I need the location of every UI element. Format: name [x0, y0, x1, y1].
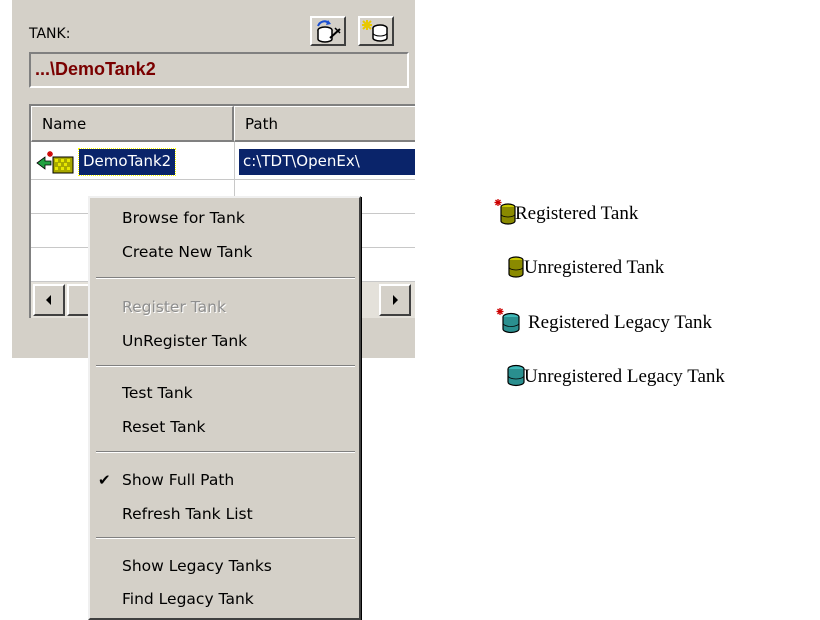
menu-item-label: Register Tank [122, 298, 226, 316]
menu-separator [96, 365, 355, 367]
new-tank-icon [362, 20, 388, 42]
scroll-right-button[interactable] [379, 284, 411, 316]
menu-item-label: Browse for Tank [122, 209, 245, 227]
column-header-name[interactable]: Name [31, 106, 234, 142]
registered-legacy-tank-icon [496, 308, 520, 334]
browse-tank-button[interactable] [310, 16, 346, 46]
tank-path-display: ...\DemoTank2 [29, 52, 409, 88]
menu-item-label: Reset Tank [122, 418, 206, 436]
menu-item-test-tank[interactable]: Test Tank [90, 378, 359, 408]
menu-item-label: Show Full Path [122, 471, 235, 489]
column-header-path[interactable]: Path [234, 106, 415, 142]
menu-item-show-legacy-tanks[interactable]: Show Legacy Tanks [90, 551, 359, 581]
checkmark-icon: ✔ [98, 471, 111, 489]
table-row[interactable]: DemoTank2 c:\TDT\OpenEx\ [31, 144, 415, 180]
tank-path-cell[interactable]: c:\TDT\OpenEx\ [239, 149, 415, 175]
legend-label: Registered Tank [515, 203, 639, 224]
menu-item-refresh-tank-list[interactable]: Refresh Tank List [90, 499, 359, 529]
legend-label: Registered Legacy Tank [528, 312, 713, 333]
menu-item-label: Find Legacy Tank [122, 590, 254, 608]
tank-name-cell[interactable]: DemoTank2 [77, 148, 177, 176]
context-menu: Browse for Tank Create New Tank Register… [88, 196, 361, 620]
menu-item-label: Test Tank [122, 384, 193, 402]
menu-item-show-full-path[interactable]: ✔ Show Full Path [90, 465, 359, 495]
menu-item-unregister-tank[interactable]: UnRegister Tank [90, 326, 359, 356]
menu-item-label: Show Legacy Tanks [122, 557, 272, 575]
arrow-right-icon [393, 295, 398, 305]
arrow-left-icon [46, 295, 51, 305]
create-new-tank-button[interactable] [358, 16, 394, 46]
menu-separator [96, 277, 355, 279]
browse-tank-icon [317, 20, 341, 43]
tank-list-header: Name Path [31, 106, 415, 142]
menu-item-label: Refresh Tank List [122, 505, 253, 523]
scroll-left-button[interactable] [33, 284, 65, 316]
menu-item-label: Create New Tank [122, 243, 253, 261]
menu-item-create-new-tank[interactable]: Create New Tank [90, 237, 359, 267]
tank-label: TANK: [29, 26, 71, 42]
legend-label: Unregistered Legacy Tank [524, 366, 725, 387]
registered-tank-icon [35, 150, 81, 176]
legend-label: Unregistered Tank [524, 257, 665, 278]
menu-separator [96, 537, 355, 539]
menu-item-register-tank: Register Tank [90, 292, 359, 322]
menu-item-find-legacy-tank[interactable]: Find Legacy Tank [90, 584, 359, 614]
menu-item-label: UnRegister Tank [122, 332, 248, 350]
menu-separator [96, 451, 355, 453]
menu-item-reset-tank[interactable]: Reset Tank [90, 412, 359, 442]
menu-item-browse-for-tank[interactable]: Browse for Tank [90, 203, 359, 233]
